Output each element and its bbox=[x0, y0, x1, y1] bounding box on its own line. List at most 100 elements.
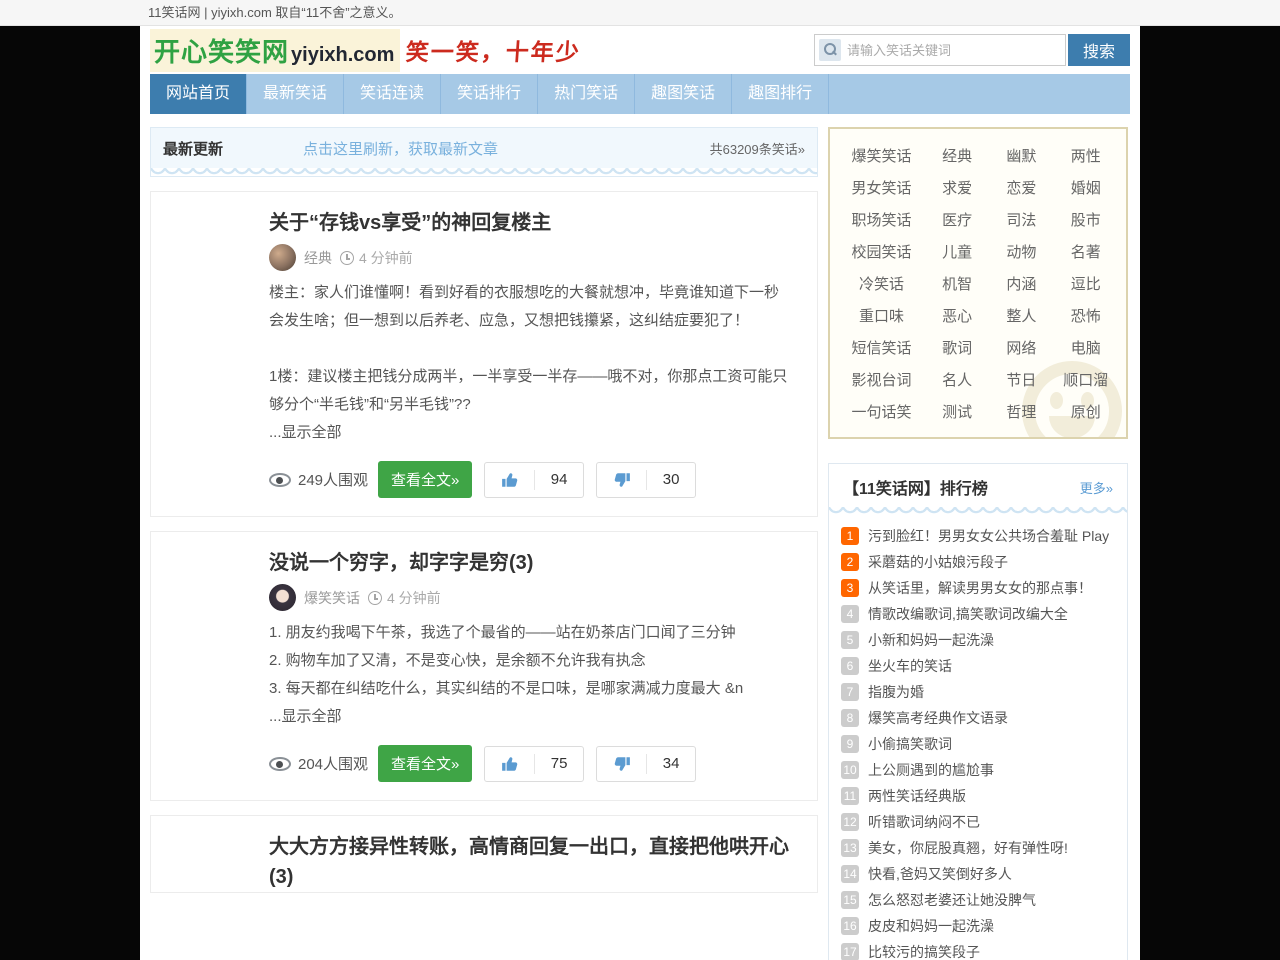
category-link[interactable]: 恐怖 bbox=[1071, 305, 1101, 326]
category-link[interactable]: 歌词 bbox=[942, 337, 972, 358]
category-link[interactable]: 哲理 bbox=[1006, 401, 1036, 422]
nav-item-joke-ranking[interactable]: 笑话排行 bbox=[441, 74, 538, 114]
search-button[interactable]: 搜索 bbox=[1068, 34, 1130, 66]
ranking-item[interactable]: 4情歌改编歌词,搞笑歌词改编大全 bbox=[841, 601, 1115, 627]
nav-item-hot-jokes[interactable]: 热门笑话 bbox=[538, 74, 635, 114]
article-card: 没说一个穷字，却字字是穷(3) 爆笑笑话 4 分钟前 1. 朋友约我喝下午茶，我… bbox=[150, 531, 818, 801]
ranking-item[interactable]: 15怎么怒怼老婆还让她没脾气 bbox=[841, 887, 1115, 913]
category-link[interactable]: 节日 bbox=[1006, 369, 1036, 390]
ranking-item[interactable]: 13 美女，你屁股真翘，好有弹性呀! bbox=[841, 835, 1115, 861]
ranking-list: 1污到脸红！男男女女公共场合羞耻 Play 2采蘑菇的小姑娘污段子 3从笑话里，… bbox=[829, 515, 1127, 960]
category-link[interactable]: 一句话笑 bbox=[851, 401, 911, 422]
category-link[interactable]: 电脑 bbox=[1071, 337, 1101, 358]
ranking-item[interactable]: 6坐火车的笑话 bbox=[841, 653, 1115, 679]
total-jokes-link[interactable]: 共63209条笑话» bbox=[710, 139, 805, 158]
category-link[interactable]: 机智 bbox=[942, 273, 972, 294]
nav-item-funny-pics[interactable]: 趣图笑话 bbox=[635, 74, 732, 114]
category-link[interactable]: 两性 bbox=[1071, 145, 1101, 166]
like-button[interactable]: 75 bbox=[484, 746, 584, 782]
category-link[interactable]: 司法 bbox=[1006, 209, 1036, 230]
ranking-item[interactable]: 12听错歌词纳闷不已 bbox=[841, 809, 1115, 835]
ranking-item[interactable]: 14快看,爸妈又笑倒好多人 bbox=[841, 861, 1115, 887]
category-link[interactable]: 医疗 bbox=[942, 209, 972, 230]
category-link[interactable]: 内涵 bbox=[1006, 273, 1036, 294]
category-link[interactable]: 顺口溜 bbox=[1063, 369, 1108, 390]
ranking-item[interactable]: 5小新和妈妈一起洗澡 bbox=[841, 627, 1115, 653]
like-count: 75 bbox=[535, 755, 584, 772]
ranking-item[interactable]: 8爆笑高考经典作文语录 bbox=[841, 705, 1115, 731]
read-full-button[interactable]: 查看全文» bbox=[378, 461, 472, 498]
rank-text: 从笑话里，解读男男女女的那点事！ bbox=[868, 578, 1092, 598]
category-link[interactable]: 职场笑话 bbox=[851, 209, 911, 230]
ranking-item[interactable]: 11两性笑话经典版 bbox=[841, 783, 1115, 809]
article-title[interactable]: 没说一个穷字，却字字是穷(3) bbox=[269, 548, 793, 578]
main-nav: 网站首页 最新笑话 笑话连读 笑话排行 热门笑话 趣图笑话 趣图排行 bbox=[150, 74, 1130, 114]
category-link[interactable]: 名人 bbox=[942, 369, 972, 390]
page-container: 开心笑笑网 yiyixh.com 笑一笑，十年少 搜索 网站首页 最新笑话 笑话… bbox=[140, 26, 1140, 960]
rank-badge: 16 bbox=[841, 917, 859, 935]
category-link[interactable]: 影视台词 bbox=[851, 369, 911, 390]
wavy-divider bbox=[829, 507, 1127, 515]
nav-item-funny-pic-ranking[interactable]: 趣图排行 bbox=[732, 74, 829, 114]
category-link[interactable]: 名著 bbox=[1071, 241, 1101, 262]
ranking-item[interactable]: 10上公厕遇到的尴尬事 bbox=[841, 757, 1115, 783]
article-footer: 249人围观 查看全文» 94 bbox=[269, 461, 793, 498]
category-link[interactable]: 整人 bbox=[1006, 305, 1036, 326]
category-link[interactable]: 逗比 bbox=[1071, 273, 1101, 294]
category-link[interactable]: 重口味 bbox=[859, 305, 904, 326]
category-link[interactable]: 测试 bbox=[942, 401, 972, 422]
site-slogan: 笑一笑，十年少 bbox=[405, 33, 582, 67]
article-title[interactable]: 大大方方接异性转账，高情商回复一出口，直接把他哄开心(3) bbox=[269, 832, 793, 892]
category-link[interactable]: 冷笑话 bbox=[859, 273, 904, 294]
ranking-item[interactable]: 9小偷搞笑歌词 bbox=[841, 731, 1115, 757]
category-link[interactable]: 股市 bbox=[1071, 209, 1101, 230]
category-link[interactable]: 爆笑笑话 bbox=[851, 145, 911, 166]
category-link[interactable]: 儿童 bbox=[942, 241, 972, 262]
content-area: 最新更新 点击这里刷新，获取最新文章 共63209条笑话» 关于“存钱vs享受”… bbox=[140, 114, 1140, 960]
ranking-item[interactable]: 16皮皮和妈妈一起洗澡 bbox=[841, 913, 1115, 939]
article-paragraph: 1楼：建议楼主把钱分成两半，一半享受一半存——哦不对，你那点工资可能只够分个“半… bbox=[269, 363, 793, 419]
dislike-button[interactable]: 30 bbox=[596, 462, 696, 498]
ranking-title: 【11笑话网】排行榜 bbox=[843, 475, 988, 499]
refresh-link[interactable]: 点击这里刷新，获取最新文章 bbox=[303, 138, 498, 159]
rank-text: 美女，你屁股真翘，好有弹性呀! bbox=[868, 838, 1068, 858]
ranking-item[interactable]: 17比较污的搞笑段子 bbox=[841, 939, 1115, 960]
article-title[interactable]: 关于“存钱vs享受”的神回复楼主 bbox=[269, 208, 793, 238]
rank-text: 比较污的搞笑段子 bbox=[868, 942, 980, 960]
ranking-item[interactable]: 1污到脸红！男男女女公共场合羞耻 Play bbox=[841, 523, 1115, 549]
category-link[interactable]: 恋爱 bbox=[1006, 177, 1036, 198]
rank-badge: 13 bbox=[841, 839, 859, 857]
site-logo[interactable]: 开心笑笑网 yiyixh.com 笑一笑，十年少 bbox=[150, 29, 581, 72]
search-input[interactable] bbox=[847, 36, 1065, 64]
nav-item-latest-jokes[interactable]: 最新笑话 bbox=[247, 74, 344, 114]
category-link[interactable]: 校园笑话 bbox=[851, 241, 911, 262]
category-link[interactable]: 求爱 bbox=[942, 177, 972, 198]
nav-item-joke-reading[interactable]: 笑话连读 bbox=[344, 74, 441, 114]
main-column: 最新更新 点击这里刷新，获取最新文章 共63209条笑话» 关于“存钱vs享受”… bbox=[150, 127, 818, 960]
site-name: 开心笑笑网 bbox=[154, 32, 289, 69]
category-link[interactable]: 动物 bbox=[1006, 241, 1036, 262]
ranking-item[interactable]: 7指腹为婚 bbox=[841, 679, 1115, 705]
nav-item-home[interactable]: 网站首页 bbox=[150, 74, 247, 114]
rank-text: 听错歌词纳闷不已 bbox=[868, 812, 980, 832]
clock-icon bbox=[368, 591, 382, 605]
ranking-item[interactable]: 2采蘑菇的小姑娘污段子 bbox=[841, 549, 1115, 575]
category-link[interactable]: 经典 bbox=[942, 145, 972, 166]
category-link[interactable]: 原创 bbox=[1071, 401, 1101, 422]
category-link[interactable]: 男女笑话 bbox=[851, 177, 911, 198]
category-link[interactable]: 恶心 bbox=[942, 305, 972, 326]
category-link[interactable]: 幽默 bbox=[1006, 145, 1036, 166]
category-link[interactable]: 短信笑话 bbox=[851, 337, 911, 358]
thumb-down-icon bbox=[597, 471, 646, 489]
search-icon bbox=[819, 39, 841, 61]
category-link[interactable]: 婚姻 bbox=[1071, 177, 1101, 198]
latest-update-bar: 最新更新 点击这里刷新，获取最新文章 共63209条笑话» bbox=[150, 127, 818, 177]
dislike-button[interactable]: 34 bbox=[596, 746, 696, 782]
read-full-button[interactable]: 查看全文» bbox=[378, 745, 472, 782]
latest-update-inner: 最新更新 点击这里刷新，获取最新文章 共63209条笑话» bbox=[151, 128, 817, 168]
ranking-item[interactable]: 3从笑话里，解读男男女女的那点事！ bbox=[841, 575, 1115, 601]
more-link[interactable]: 更多» bbox=[1080, 478, 1113, 497]
rank-text: 两性笑话经典版 bbox=[868, 786, 966, 806]
like-button[interactable]: 94 bbox=[484, 462, 584, 498]
category-link[interactable]: 网络 bbox=[1006, 337, 1036, 358]
